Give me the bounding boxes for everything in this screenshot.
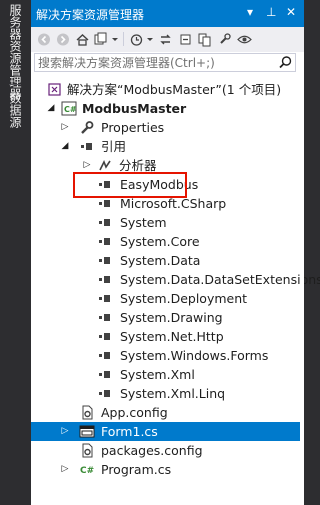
reference-icon: [99, 200, 110, 207]
tree-item-packages-config[interactable]: packages.config: [31, 441, 304, 460]
reference-icon: [99, 333, 110, 340]
app-config-label: App.config: [101, 405, 168, 420]
tree-item-reference[interactable]: System.Deployment: [31, 289, 304, 308]
config-file-icon: [82, 405, 93, 420]
sync-dropdown-icon[interactable]: [111, 32, 119, 47]
tree-item-reference[interactable]: EasyModbus: [31, 175, 304, 194]
reference-icon: [99, 371, 110, 378]
tree-item-project[interactable]: ◢ C# ModbusMaster: [31, 99, 304, 118]
tree-item-reference[interactable]: System.Core: [31, 232, 304, 251]
left-tool-strip: 服务器资源管理器 数据源: [0, 0, 31, 505]
window-position-dropdown-icon[interactable]: ▾: [247, 5, 253, 19]
back-icon[interactable]: [37, 32, 51, 47]
reference-label: System: [120, 215, 167, 230]
forward-icon[interactable]: [56, 32, 70, 47]
tree-item-references[interactable]: ◢ 引用: [31, 137, 304, 156]
search-placeholder: 搜索解决方案资源管理器(Ctrl+;): [38, 56, 215, 70]
preview-icon[interactable]: [237, 32, 252, 47]
reference-label: System.Xml: [120, 367, 195, 382]
home-icon[interactable]: [75, 32, 90, 47]
panel-title: 解决方案资源管理器: [36, 8, 145, 22]
tree-item-app-config[interactable]: App.config: [31, 403, 304, 422]
reference-icon: [99, 352, 110, 359]
reference-label: System.Data: [120, 253, 201, 268]
data-sources-tab[interactable]: 数据源: [7, 92, 24, 128]
reference-label: System.Drawing: [120, 310, 223, 325]
tree-item-program[interactable]: ▷ C# Program.cs: [31, 460, 304, 479]
reference-label: System.Deployment: [120, 291, 248, 306]
reference-label: Microsoft.CSharp: [120, 196, 227, 211]
search-input[interactable]: 搜索解决方案资源管理器(Ctrl+;): [34, 53, 296, 72]
references-icon: [81, 143, 92, 150]
expand-arrow-icon[interactable]: ▷: [60, 118, 70, 137]
analyzers-label: 分析器: [119, 158, 157, 173]
tree-item-properties[interactable]: ▷ Properties: [31, 118, 304, 137]
properties-label: Properties: [101, 120, 165, 135]
config-file-icon: [82, 443, 93, 458]
reference-label: System.Windows.Forms: [120, 348, 269, 363]
collapse-arrow-icon[interactable]: ◢: [46, 99, 56, 118]
tree-item-reference[interactable]: System.Xml: [31, 365, 304, 384]
toolbar-separator: [123, 32, 124, 46]
form-file-icon: [79, 425, 95, 438]
tree-item-reference[interactable]: Microsoft.CSharp: [31, 194, 304, 213]
refresh-icon[interactable]: [158, 32, 173, 47]
collapse-arrow-icon[interactable]: ◢: [60, 137, 70, 156]
reference-label: EasyModbus: [120, 177, 199, 192]
solution-explorer-panel: 解决方案资源管理器 ▾ ⊥ ✕ 搜索解决方案资源管理器(Ctrl+;) 解决方案…: [31, 0, 320, 505]
server-explorer-tab[interactable]: 服务器资源管理器: [7, 4, 24, 100]
pin-icon[interactable]: ⊥: [266, 5, 276, 19]
references-label: 引用: [101, 139, 127, 154]
tree-item-reference[interactable]: System: [31, 213, 304, 232]
search-icon[interactable]: [278, 55, 293, 70]
expand-arrow-icon[interactable]: ▷: [60, 422, 70, 441]
tree-scrollbar[interactable]: [300, 80, 304, 505]
panel-title-bar: 解决方案资源管理器 ▾ ⊥ ✕: [31, 0, 304, 27]
tree-item-reference[interactable]: System.Windows.Forms: [31, 346, 304, 365]
properties-icon[interactable]: [217, 32, 232, 47]
reference-label: System.Net.Http: [120, 329, 224, 344]
close-icon[interactable]: ✕: [286, 5, 296, 19]
csharp-file-icon: C#: [80, 466, 94, 476]
svg-text:C#: C#: [64, 105, 77, 114]
project-label: ModbusMaster: [82, 101, 187, 116]
csharp-project-icon: C#: [61, 101, 77, 116]
tree-item-solution[interactable]: 解决方案“ModbusMaster”(1 个项目): [31, 80, 304, 99]
wrench-icon: [81, 121, 94, 134]
packages-config-label: packages.config: [101, 443, 203, 458]
tree-item-reference[interactable]: System.Net.Http: [31, 327, 304, 346]
form1-label: Form1.cs: [101, 424, 158, 439]
tree-item-reference[interactable]: System.Xml.Linq: [31, 384, 304, 403]
tree-item-reference[interactable]: System.Drawing: [31, 308, 304, 327]
pending-changes-icon[interactable]: [129, 32, 144, 47]
show-all-files-icon[interactable]: [197, 32, 212, 47]
reference-icon: [99, 238, 110, 245]
svg-text:C#: C#: [80, 466, 94, 476]
tree-item-reference[interactable]: System.Data: [31, 251, 304, 270]
solution-label: 解决方案“ModbusMaster”(1 个项目): [67, 82, 282, 97]
reference-icon: [99, 219, 110, 226]
reference-icon: [99, 390, 110, 397]
solution-icon: [48, 83, 61, 96]
collapse-all-icon[interactable]: [178, 32, 193, 47]
expand-arrow-icon[interactable]: ▷: [82, 156, 92, 175]
reference-label: System.Data.DataSetExtensions: [120, 272, 320, 287]
tab-separator: [9, 84, 21, 85]
reference-label: System.Xml.Linq: [120, 386, 226, 401]
reference-label: System.Core: [120, 234, 200, 249]
tree-item-form1[interactable]: ▷ Form1.cs: [31, 422, 304, 441]
program-label: Program.cs: [101, 462, 172, 477]
reference-icon: [99, 181, 110, 188]
reference-icon: [99, 314, 110, 321]
pending-dropdown-icon[interactable]: [146, 32, 154, 47]
sync-view-icon[interactable]: [93, 32, 108, 47]
reference-icon: [99, 257, 110, 264]
reference-icon: [99, 276, 110, 283]
reference-icon: [99, 295, 110, 302]
analyzer-icon: [99, 160, 111, 171]
tree-item-reference[interactable]: System.Data.DataSetExtensions: [31, 270, 320, 289]
expand-arrow-icon[interactable]: ▷: [60, 460, 70, 479]
panel-toolbar: [31, 27, 304, 52]
tree-item-analyzers[interactable]: ▷ 分析器: [31, 156, 304, 175]
